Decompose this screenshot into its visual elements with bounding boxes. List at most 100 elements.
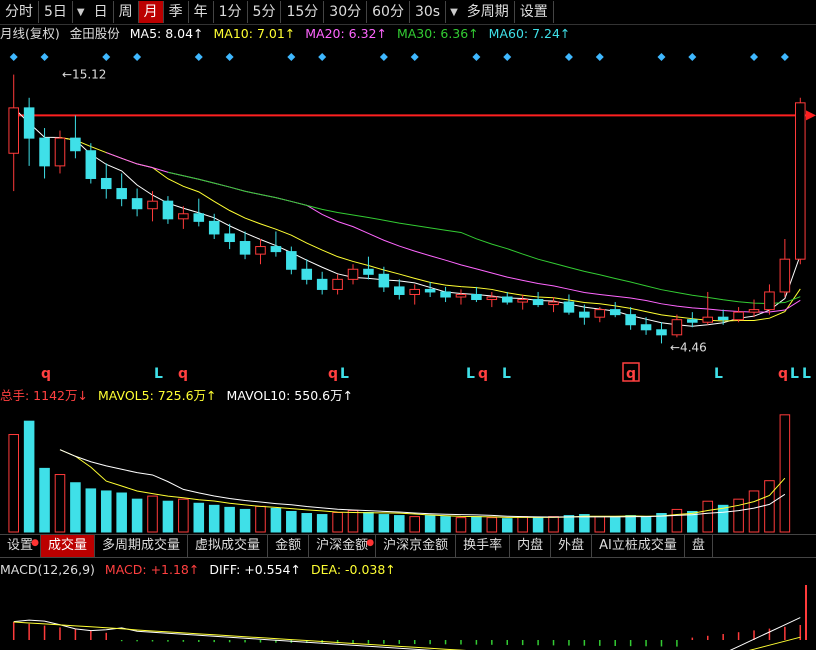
signal-label: q: [478, 366, 488, 382]
signal-diamond-icon: [750, 53, 759, 61]
indicator-tab-6[interactable]: 沪深京金额: [376, 535, 457, 557]
indicator-tab-5[interactable]: 沪深金额 ●: [309, 535, 377, 557]
signal-diamond-icon: [318, 53, 327, 61]
volume-bar: [394, 515, 405, 533]
chevron-down-icon[interactable]: ▼: [446, 7, 462, 18]
candle-body: [178, 213, 189, 220]
volume-bar: [471, 516, 482, 533]
candle-body: [255, 246, 266, 255]
volume-bar: [85, 488, 97, 533]
volume-bar: [193, 502, 205, 533]
period-tab-settings[interactable]: 设置: [515, 1, 554, 23]
period-tab-ji[interactable]: 季: [164, 1, 189, 23]
volume-bar: [347, 509, 359, 533]
signal-diamond-icon: [472, 53, 481, 61]
volume-bar: [286, 510, 297, 533]
ma5-value: MA5: 8.04↑: [129, 26, 204, 41]
indicator-tab-8[interactable]: 内盘: [510, 535, 552, 557]
signal-diamond-icon: [595, 53, 604, 61]
volume-bar: [363, 512, 374, 533]
candle-body: [332, 278, 343, 290]
signal-diamond-icon: [688, 53, 697, 61]
candle-body: [795, 102, 806, 260]
indicator-tab-0[interactable]: 设置 ●: [0, 535, 42, 557]
candle-body: [548, 301, 559, 306]
indicator-tab-11[interactable]: 盘: [685, 535, 713, 557]
volume-bar: [409, 516, 420, 533]
ma30-line: [167, 171, 801, 305]
signal-diamond-icon: [657, 53, 666, 61]
volume-bar: [764, 480, 775, 533]
diff-value: DIFF: +0.554↑: [209, 562, 301, 577]
period-tab-nian[interactable]: 年: [189, 1, 214, 23]
candle-body: [270, 246, 282, 253]
signal-label: q: [328, 366, 338, 382]
volume-legend: 总手: 1142万↓ MAVOL5: 725.6万↑ MAVOL10: 550.…: [0, 388, 359, 404]
macd-value: MACD: +1.18↑: [104, 562, 200, 577]
signal-diamond-icon: [780, 53, 789, 61]
candle-body: [687, 319, 698, 323]
price-chart[interactable]: ←15.12←4.46q Lq q L Lq Lq Lq L L: [0, 45, 816, 385]
indicator-tab-10[interactable]: AI立桩成交量: [592, 535, 685, 557]
signal-diamond-icon: [379, 53, 388, 61]
ma20-value: MA20: 6.32↑: [305, 26, 387, 41]
candle-body: [517, 299, 528, 303]
period-tab-30min[interactable]: 30分: [324, 1, 368, 23]
period-tab-60min[interactable]: 60分: [367, 1, 410, 23]
dea-value: DEA: -0.038↑: [310, 562, 396, 577]
period-tab-5ri[interactable]: 5日: [39, 1, 73, 23]
indicator-tab-3[interactable]: 虚拟成交量: [188, 535, 269, 557]
candle-body: [239, 241, 251, 255]
period-tab-multi-period[interactable]: 多周期: [462, 1, 515, 23]
macd-chart[interactable]: [0, 580, 816, 650]
indicator-tab-9[interactable]: 外盘: [551, 535, 593, 557]
period-tab-30s[interactable]: 30s: [410, 1, 447, 23]
marker-dot-icon: ●: [366, 538, 375, 548]
candle-body: [609, 309, 621, 316]
candle-body: [779, 258, 791, 293]
volume-bar: [501, 518, 513, 533]
signal-label: L: [502, 366, 511, 382]
period-toolbar: 分时 5日 ▼ 日周月季年 1分 5分 15分 30分 60分 30s ▼ 多周期 设置: [0, 0, 816, 25]
volume-bar: [332, 512, 343, 533]
period-tab-yue[interactable]: 月: [138, 1, 164, 23]
candle-body: [85, 150, 97, 179]
volume-bar: [548, 516, 559, 533]
signal-diamond-icon: [9, 53, 18, 61]
candle-body: [501, 296, 513, 303]
candle-body: [563, 301, 575, 313]
indicator-tabs: 设置 ● 成交量 多周期成交量 虚拟成交量 金额 沪深金额 ● 沪深京金额 换手率 内盘 外盘 AI立桩…: [0, 534, 816, 558]
signal-label: q: [626, 366, 636, 382]
chart-title: 月线(复权): [0, 26, 60, 41]
period-tab-zhou[interactable]: 周: [114, 1, 139, 23]
indicator-tab-4[interactable]: 金额: [268, 535, 310, 557]
period-tab-5min[interactable]: 5分: [248, 1, 282, 23]
signal-diamond-icon: [133, 53, 142, 61]
indicator-tab-7[interactable]: 换手率: [456, 535, 511, 557]
candle-body: [363, 268, 374, 275]
volume-bar: [23, 420, 35, 533]
candle-body: [208, 220, 220, 235]
period-tab-15min[interactable]: 15分: [281, 1, 325, 23]
signal-diamond-icon: [410, 53, 419, 61]
candle-body: [671, 319, 683, 336]
volume-bar: [671, 508, 683, 533]
candle-body: [625, 314, 636, 326]
candle-body: [39, 137, 50, 167]
volume-bar: [270, 507, 282, 533]
candle-body: [378, 273, 390, 288]
volume-chart[interactable]: [0, 406, 816, 534]
volume-bar: [178, 498, 189, 533]
candle-body: [471, 293, 482, 301]
diff-line: [13, 617, 801, 650]
indicator-tab-2[interactable]: 多周期成交量: [95, 535, 189, 557]
period-tab-1min[interactable]: 1分: [214, 1, 248, 23]
volume-bar: [8, 434, 19, 533]
volume-bar: [301, 513, 313, 533]
period-tab-ri[interactable]: 日: [89, 1, 114, 23]
period-tab-fenshi[interactable]: 分时: [0, 1, 39, 23]
indicator-tab-1[interactable]: 成交量: [41, 535, 96, 557]
candle-body: [131, 198, 143, 210]
total-volume: 总手: 1142万↓: [0, 388, 88, 403]
chevron-down-icon[interactable]: ▼: [73, 7, 89, 18]
